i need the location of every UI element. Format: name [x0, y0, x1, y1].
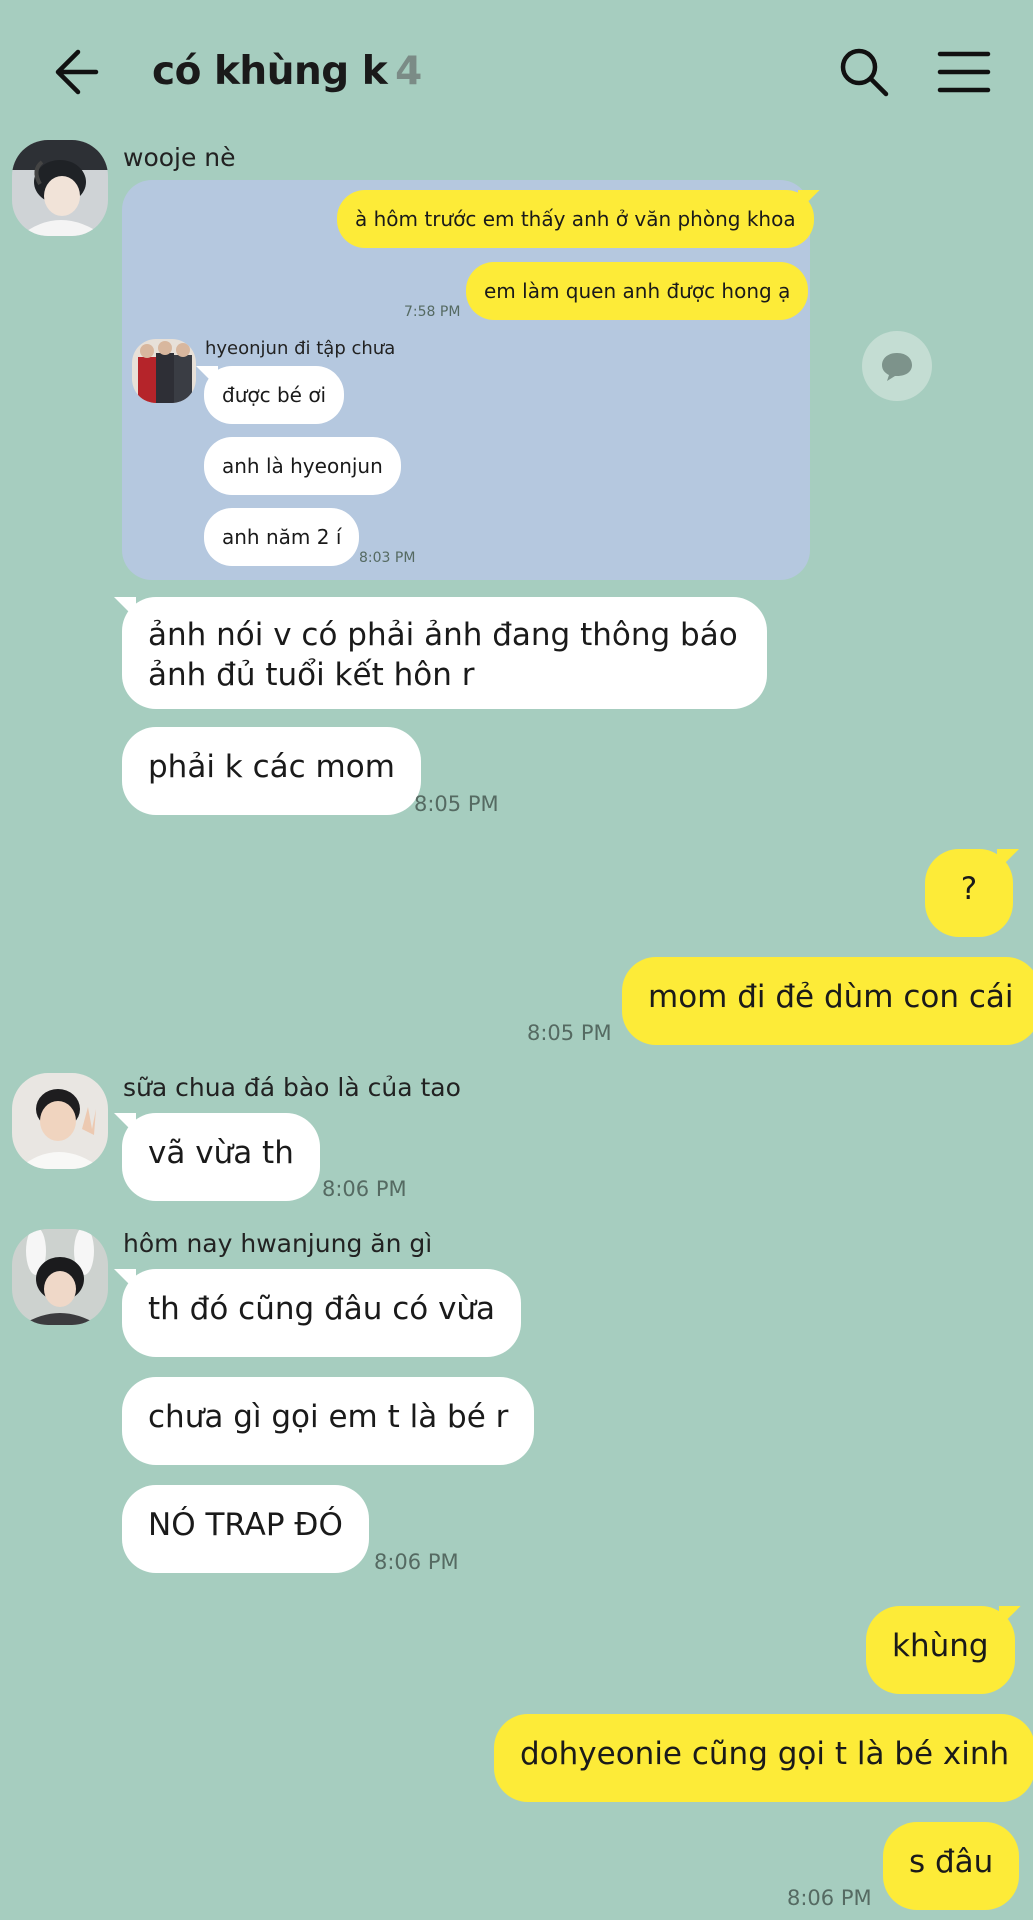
quoted-sent-bubble: em làm quen anh được hong ạ	[466, 262, 809, 320]
message-bubble-me: mom đi đẻ dùm con cái	[622, 957, 1033, 1045]
message-bubble: th đó cũng đâu có vừa	[122, 1269, 522, 1357]
message-bubble: NÓ TRAP ĐÓ	[122, 1485, 369, 1573]
back-arrow-icon[interactable]	[40, 40, 104, 104]
message-bubble: ảnh nói v có phải ảnh đang thông báo ảnh…	[122, 597, 767, 709]
quoted-received-bubble: anh là hyeonjun	[204, 437, 401, 495]
member-count: 4	[395, 49, 422, 94]
message-bubble-me: dohyeonie cũng gọi t là bé xinh	[494, 1714, 1033, 1802]
message-time: 8:06 PM	[322, 1177, 407, 1201]
avatar-sua-chua[interactable]	[12, 1073, 108, 1169]
quoted-received-time: 8:03 PM	[359, 550, 416, 566]
quoted-sender-name: hyeonjun đi tập chưa	[205, 338, 396, 359]
message-bubble: vã vừa th	[122, 1113, 320, 1201]
avatar-hom-nay[interactable]	[12, 1229, 108, 1325]
message-bubble-me: khùng	[866, 1606, 1015, 1694]
message-line: ảnh nói v có phải ảnh đang thông báo	[148, 617, 738, 653]
message-bubble: chưa gì gọi em t là bé r	[122, 1377, 535, 1465]
sender-name-hom-nay: hôm nay hwanjung ăn gì	[123, 1229, 433, 1258]
message-time: 8:06 PM	[787, 1886, 872, 1910]
quoted-avatar-hyeonjun	[132, 339, 196, 403]
message-time: 8:05 PM	[527, 1021, 612, 1045]
quoted-sent-bubble: à hôm trước em thấy anh ở văn phòng khoa	[337, 190, 814, 248]
menu-icon[interactable]	[936, 48, 992, 96]
quoted-chat-screenshot[interactable]: à hôm trước em thấy anh ở văn phòng khoa…	[122, 180, 814, 580]
message-time: 8:05 PM	[414, 792, 499, 816]
avatar-wooje[interactable]	[12, 140, 108, 236]
quoted-sent-time: 7:58 PM	[404, 304, 461, 320]
speech-bubble-icon	[882, 353, 912, 381]
message-time: 8:06 PM	[374, 1550, 459, 1574]
chat-name: có khùng k	[152, 49, 388, 94]
message-line: ảnh đủ tuổi kết hôn r	[148, 657, 475, 693]
chat-title: có khùng k4	[152, 44, 422, 100]
quoted-received-bubble: anh năm 2 í	[204, 508, 360, 566]
message-bubble-me: ?	[925, 849, 1013, 937]
sender-name-sua-chua: sữa chua đá bào là của tao	[123, 1073, 461, 1102]
search-icon[interactable]	[836, 44, 892, 100]
sender-name-wooje: wooje nè	[123, 143, 236, 172]
reply-button[interactable]	[862, 331, 932, 401]
quoted-received-bubble: được bé ơi	[204, 366, 345, 424]
message-bubble-me: s đâu	[883, 1822, 1020, 1910]
message-bubble: phải k các mom	[122, 727, 421, 815]
